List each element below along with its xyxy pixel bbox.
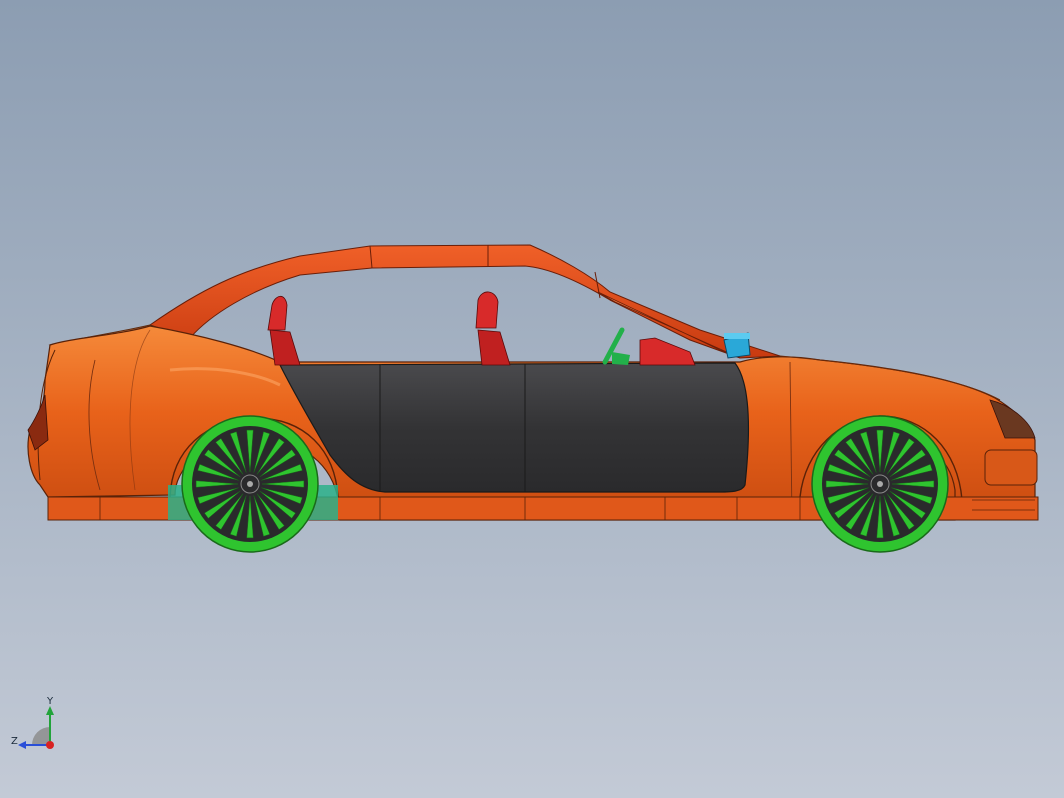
side-mirror[interactable] (723, 332, 751, 359)
triad-y-label: Y (47, 696, 54, 707)
front-seat[interactable] (475, 291, 511, 366)
orientation-triad[interactable] (18, 706, 54, 749)
roof-frame[interactable] (148, 244, 781, 359)
rear-seat[interactable] (267, 295, 301, 366)
front-wheel[interactable] (811, 415, 949, 553)
x-axis-dot (46, 741, 54, 749)
car-model-scene[interactable] (0, 0, 1064, 798)
graphics-viewport[interactable]: Y Z (0, 0, 1064, 798)
triad-z-label: Z (11, 736, 18, 747)
door-panel[interactable] (279, 362, 750, 493)
